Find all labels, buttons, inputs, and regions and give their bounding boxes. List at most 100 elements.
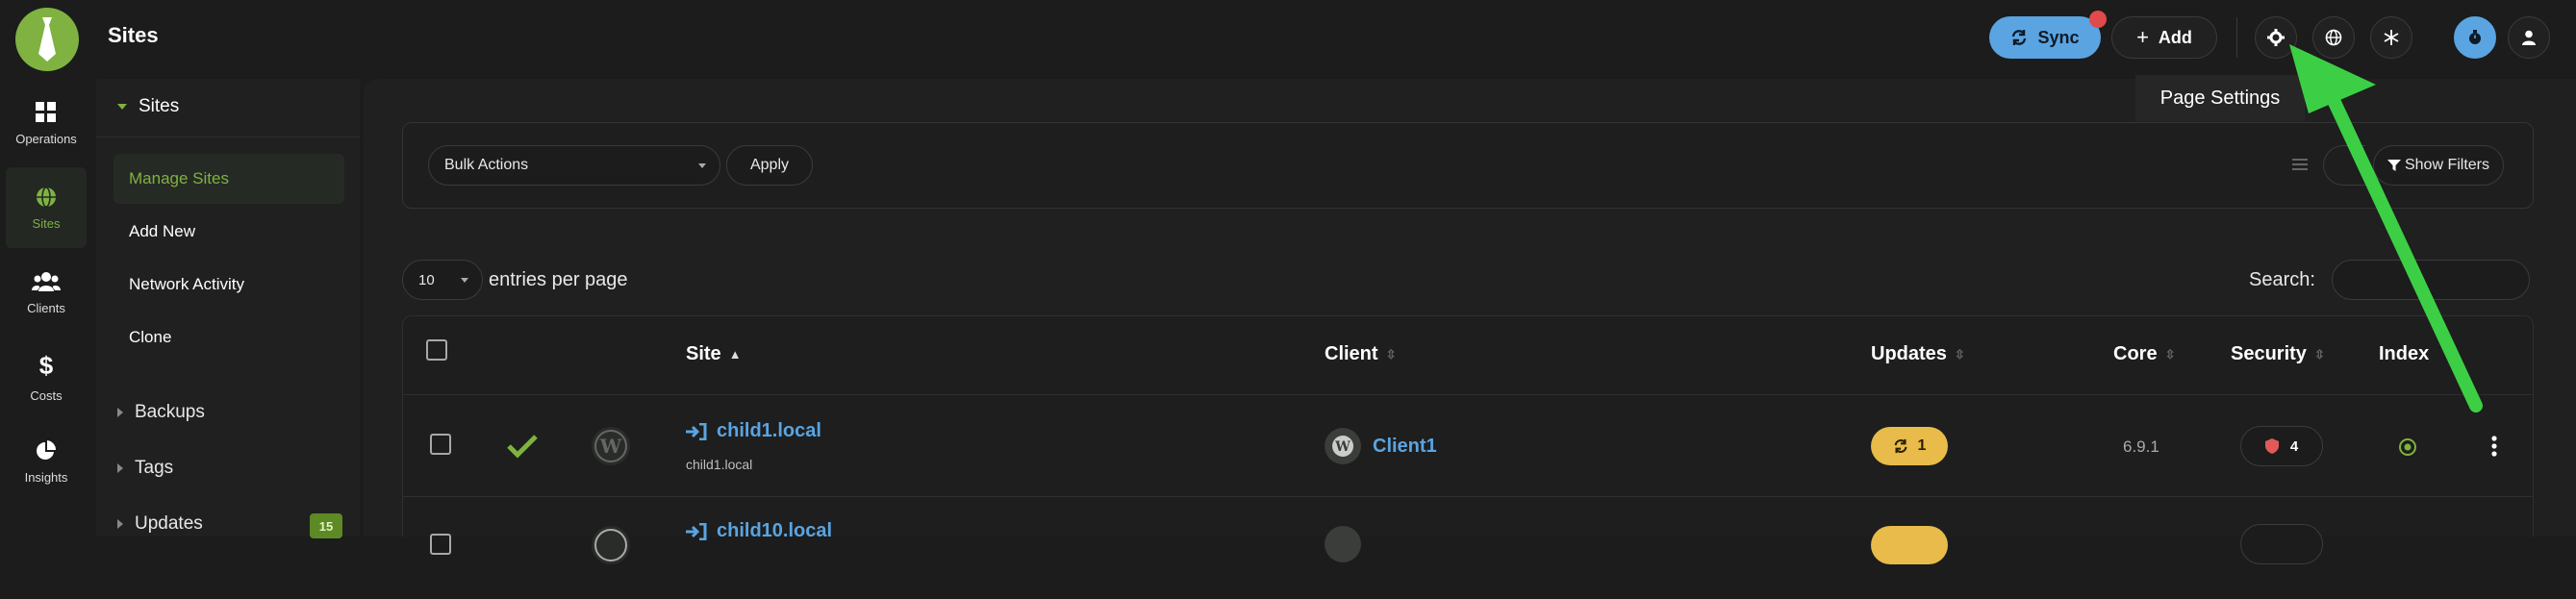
client-wordpress-icon: W [1325, 428, 1361, 464]
sort-asc-icon: ▲ [728, 347, 742, 362]
row-checkbox[interactable] [430, 434, 451, 455]
subnav-group-tags[interactable]: Tags [117, 458, 173, 479]
subnav-group-updates[interactable]: Updates [117, 513, 203, 535]
network-button[interactable] [2312, 16, 2355, 59]
site-status-icon [592, 526, 630, 564]
sort-icon: ⇳ [2313, 346, 2325, 362]
column-client-label: Client [1325, 343, 1378, 364]
site-link[interactable]: child10.local [686, 520, 832, 542]
caret-right-icon [117, 519, 123, 529]
core-version: 6.9.1 [2123, 437, 2159, 456]
subnav-section-label: Sites [139, 96, 180, 116]
nav-costs-label: Costs [30, 388, 63, 403]
security-button[interactable]: 4 [2240, 426, 2323, 466]
dollar-icon: $ [38, 351, 54, 380]
entries-value: 10 [418, 271, 435, 288]
plus-icon: + [2136, 25, 2149, 49]
entries-per-page-select[interactable]: 10 [402, 260, 483, 300]
updates-count: 1 [1917, 437, 1927, 454]
sort-icon: ⇳ [1385, 346, 1397, 362]
pie-chart-icon [37, 439, 57, 460]
index-status-icon [2399, 438, 2416, 456]
nav-clients[interactable]: Clients [6, 252, 87, 333]
nav-insights-label: Insights [24, 469, 68, 485]
bulk-actions-value: Bulk Actions [444, 157, 529, 173]
sync-button[interactable]: Sync [1989, 16, 2101, 59]
nav-clients-label: Clients [27, 300, 65, 315]
sub-navigation: Sites Manage Sites Add New Network Activ… [96, 79, 360, 538]
subnav-manage-sites[interactable]: Manage Sites [114, 154, 344, 204]
show-filters-label: Show Filters [2404, 157, 2490, 173]
updates-button[interactable] [1871, 526, 1948, 564]
entries-per-page-label: entries per page [489, 269, 628, 290]
subnav-section-sites[interactable]: Sites [117, 96, 179, 117]
nav-insights[interactable]: Insights [6, 421, 87, 502]
page-settings-tooltip: Page Settings [2135, 75, 2305, 121]
row-checkbox[interactable] [430, 534, 451, 555]
apply-button[interactable]: Apply [726, 145, 813, 186]
updates-button[interactable]: 1 [1871, 427, 1948, 465]
client-wordpress-icon [1325, 526, 1361, 562]
globe-icon [37, 186, 56, 208]
table-header: Site ▲ Client ⇳ Updates ⇳ Core ⇳ Security ⇳ I… [403, 316, 2533, 395]
svg-text:W: W [1334, 439, 1351, 455]
subnav-network-activity[interactable]: Network Activity [114, 260, 344, 310]
nav-sites[interactable]: Sites [6, 167, 87, 248]
caret-down-icon [117, 104, 127, 110]
column-site-label: Site [686, 343, 721, 364]
sync-icon [2012, 30, 2027, 45]
page-settings-button[interactable] [2255, 16, 2297, 59]
column-updates[interactable]: Updates ⇳ [1871, 343, 1965, 365]
bulk-actions-bar: Bulk Actions Apply Show Filters [402, 122, 2534, 209]
subnav-clone[interactable]: Clone [114, 312, 344, 362]
subnav-add-new[interactable]: Add New [114, 207, 344, 257]
column-updates-label: Updates [1871, 343, 1947, 364]
column-core[interactable]: Core ⇳ [2113, 343, 2175, 365]
column-toggle[interactable] [2323, 145, 2365, 186]
client-link[interactable]: Client1 [1373, 436, 1437, 458]
column-client[interactable]: Client ⇳ [1325, 343, 1396, 365]
nav-sites-label: Sites [32, 215, 61, 231]
more-options-icon[interactable] [2490, 436, 2498, 457]
gear-icon [2267, 29, 2285, 46]
table-row: child10.local [403, 497, 2533, 599]
add-button[interactable]: + Add [2111, 16, 2217, 59]
list-icon[interactable] [2292, 158, 2308, 171]
sort-icon: ⇳ [1954, 346, 1965, 362]
nav-operations[interactable]: Operations [6, 83, 87, 163]
stopwatch-button[interactable] [2454, 16, 2496, 59]
snowflake-button[interactable] [2370, 16, 2412, 59]
site-name: child1.local [717, 420, 821, 441]
top-bar: Sites Sync + Add [0, 0, 2576, 79]
user-menu-button[interactable] [2508, 16, 2550, 59]
sites-table: Site ▲ Client ⇳ Updates ⇳ Core ⇳ Security ⇳ I… [402, 315, 2534, 564]
show-filters-button[interactable]: Show Filters [2373, 145, 2504, 186]
add-label: Add [2158, 27, 2192, 47]
column-security[interactable]: Security ⇳ [2231, 343, 2325, 365]
login-icon [686, 422, 707, 440]
nav-costs[interactable]: $ Costs [6, 337, 87, 417]
updates-count-badge: 15 [310, 513, 342, 538]
site-link[interactable]: child1.local [686, 420, 821, 442]
sync-icon [1894, 438, 1907, 454]
logo[interactable] [15, 8, 79, 71]
chevron-down-icon [698, 163, 706, 168]
nav-operations-label: Operations [15, 131, 77, 146]
column-core-label: Core [2113, 343, 2158, 364]
table-row: W child1.local child1.local W Client1 1 … [403, 395, 2533, 497]
column-site[interactable]: Site ▲ [686, 343, 742, 365]
site-url: child1.local [686, 457, 753, 472]
select-all-checkbox[interactable] [426, 339, 447, 361]
globe-icon [2325, 29, 2342, 46]
user-icon [2522, 30, 2536, 45]
sync-notification-dot [2089, 11, 2107, 28]
security-button[interactable] [2240, 524, 2323, 564]
sync-label: Sync [2037, 27, 2080, 47]
subnav-group-backups[interactable]: Backups [117, 402, 205, 423]
check-icon [507, 435, 538, 459]
bulk-actions-select[interactable]: Bulk Actions [428, 145, 720, 186]
wordpress-icon: W [592, 427, 630, 465]
filter-icon [2387, 160, 2401, 171]
search-input[interactable] [2332, 260, 2530, 300]
divider [2236, 17, 2237, 58]
